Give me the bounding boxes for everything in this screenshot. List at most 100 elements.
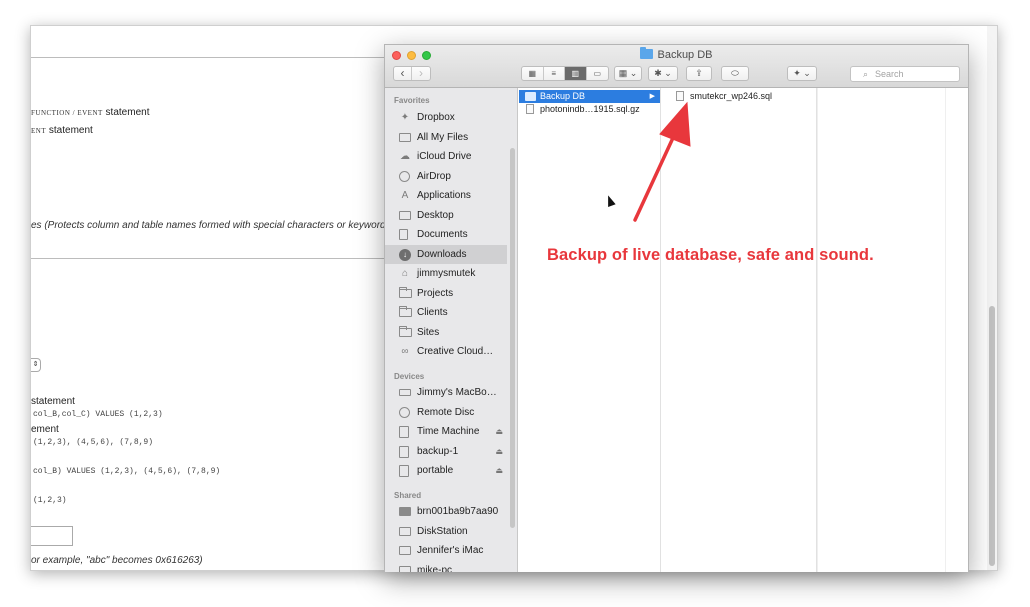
share-button[interactable]: ⇪	[686, 66, 712, 81]
all-files-icon	[399, 132, 411, 143]
folder-icon	[399, 326, 412, 338]
statement-line-1: FUNCTION / EVENT statement	[31, 107, 150, 118]
eject-icon[interactable]: ⏏	[495, 422, 503, 441]
column-divider	[945, 88, 946, 572]
display-icon	[399, 545, 411, 556]
display-icon	[399, 526, 411, 537]
sql-file-icon	[676, 91, 684, 101]
list-item-photonindb-file[interactable]: photonindb…1915.sql.gz	[519, 103, 660, 116]
dropbox-icon: ✦	[400, 112, 410, 123]
window-title: Backup DB	[385, 47, 968, 61]
laptop-icon	[399, 387, 411, 398]
scrollbar-thumb[interactable]	[989, 306, 995, 566]
sidebar-item-macbook[interactable]: Jimmy's MacBo…	[385, 383, 507, 402]
sidebar-item-jennifers-imac[interactable]: Jennifer's iMac	[385, 541, 507, 560]
sidebar-item-sites[interactable]: Sites	[385, 323, 507, 342]
sidebar-item-icloud-drive[interactable]: ☁ iCloud Drive	[385, 147, 507, 166]
documents-icon	[399, 229, 411, 240]
cover-flow-button[interactable]: ▭	[587, 67, 608, 80]
desktop-icon	[399, 210, 411, 221]
sidebar-item-projects[interactable]: Projects	[385, 284, 507, 303]
page-scrollbar[interactable]	[987, 26, 997, 570]
finder-sidebar: Favorites ✦ Dropbox All My Files ☁ iCloud …	[385, 88, 518, 572]
column-divider	[817, 88, 818, 572]
view-mode-selector: ▦ ≡ ▥ ▭	[521, 66, 609, 81]
sidebar-item-diskstation[interactable]: DiskStation	[385, 522, 507, 541]
sidebar-item-remote-disc[interactable]: Remote Disc	[385, 403, 507, 422]
folder-icon	[640, 47, 654, 59]
shared-heading: Shared	[394, 491, 422, 500]
sidebar-item-airdrop[interactable]: AirDrop	[385, 167, 507, 186]
finder-window: Backup DB ‹ › ▦ ≡ ▥ ▭ ▦ ⌄ ✱ ⌄ ⇪ ⬭ ✦ ⌄ ⌕ S…	[384, 44, 969, 572]
finder-column-downloads: Backup DB ▶ photonindb…1915.sql.gz	[519, 88, 661, 572]
sidebar-scrollbar[interactable]	[510, 148, 515, 528]
eject-icon[interactable]: ⏏	[495, 442, 503, 461]
finder-titlebar: Backup DB ‹ › ▦ ≡ ▥ ▭ ▦ ⌄ ✱ ⌄ ⇪ ⬭ ✦ ⌄ ⌕ S…	[385, 45, 968, 88]
annotation-caption: Backup of live database, safe and sound.	[547, 246, 874, 264]
back-button[interactable]: ‹	[394, 67, 413, 80]
downloads-icon: ↓	[399, 249, 411, 261]
column-view-button[interactable]: ▥	[565, 67, 587, 80]
back-forward-buttons: ‹ ›	[393, 66, 431, 81]
finder-column-backup-db: smutekcr_wp246.sql	[669, 88, 817, 572]
sidebar-item-printer[interactable]: brn001ba9b7aa90	[385, 502, 507, 521]
hex-example-text: or example, "abc" becomes 0x616263)	[31, 555, 203, 566]
eject-icon[interactable]: ⏏	[495, 461, 503, 480]
statement-label: statement	[31, 396, 75, 407]
display-icon	[399, 565, 411, 572]
list-view-button[interactable]: ≡	[544, 67, 565, 80]
action-gear-button[interactable]: ✱ ⌄	[648, 66, 678, 81]
file-icon	[526, 104, 534, 114]
drive-icon	[399, 446, 411, 458]
folder-icon	[399, 287, 412, 299]
list-item-smutekcr-sql[interactable]: smutekcr_wp246.sql	[669, 90, 816, 103]
sidebar-item-desktop[interactable]: Desktop	[385, 206, 507, 225]
forward-button[interactable]: ›	[412, 67, 430, 80]
sidebar-item-backup-1[interactable]: backup-1 ⏏	[385, 442, 507, 461]
disclosure-arrow-icon: ▶	[649, 93, 655, 100]
code-example: (1,2,3)	[33, 496, 67, 505]
airdrop-icon	[399, 171, 411, 182]
code-example: (1,2,3), (4,5,6), (7,8,9)	[33, 438, 154, 447]
text-input[interactable]	[31, 526, 73, 546]
folder-icon	[525, 92, 536, 101]
sidebar-item-dropbox[interactable]: ✦ Dropbox	[385, 108, 507, 127]
applications-icon: A	[401, 190, 409, 201]
sidebar-item-time-machine[interactable]: Time Machine ⏏	[385, 422, 507, 441]
drive-icon	[399, 465, 411, 477]
divider	[31, 57, 391, 58]
background-web-page: FUNCTION / EVENT statement ENT statement…	[31, 26, 394, 570]
devices-heading: Devices	[394, 372, 425, 381]
sidebar-item-clients[interactable]: Clients	[385, 303, 507, 322]
disc-icon	[399, 407, 411, 418]
sidebar-item-creative-cloud[interactable]: ∞ Creative Cloud…	[385, 342, 507, 361]
favorites-heading: Favorites	[394, 96, 430, 105]
statement-label: ement	[31, 424, 59, 435]
divider	[31, 258, 391, 259]
sidebar-item-documents[interactable]: Documents	[385, 225, 507, 244]
sidebar-item-home[interactable]: ⌂ jimmysmutek	[385, 264, 507, 283]
search-input[interactable]: ⌕ Search	[850, 66, 960, 82]
protect-names-option-label: es (Protects column and table names form…	[31, 220, 394, 231]
code-example: col_B) VALUES (1,2,3), (4,5,6), (7,8,9)	[33, 467, 221, 476]
code-example: col_B,col_C) VALUES (1,2,3)	[33, 410, 163, 419]
icon-view-button[interactable]: ▦	[522, 67, 544, 80]
creative-cloud-icon: ∞	[401, 346, 409, 357]
sidebar-item-all-my-files[interactable]: All My Files	[385, 128, 507, 147]
dropbox-menu-button[interactable]: ✦ ⌄	[787, 66, 817, 81]
arrange-button[interactable]: ▦ ⌄	[614, 66, 642, 81]
option-select-stepper[interactable]: ⇕	[31, 358, 41, 372]
statement-line-2: ENT statement	[31, 125, 93, 136]
search-icon: ⌕	[863, 69, 869, 79]
printer-icon	[399, 506, 411, 517]
folder-icon	[399, 306, 412, 318]
cloud-icon: ☁	[400, 151, 410, 162]
home-icon: ⌂	[401, 268, 409, 279]
drive-icon	[399, 426, 411, 438]
sidebar-item-mike-pc[interactable]: mike-pc	[385, 561, 507, 572]
sidebar-item-downloads[interactable]: ↓ Downloads	[385, 245, 507, 264]
edit-tags-button[interactable]: ⬭	[721, 66, 749, 81]
sidebar-item-portable[interactable]: portable ⏏	[385, 461, 507, 480]
list-item-backup-db-folder[interactable]: Backup DB ▶	[519, 90, 660, 103]
sidebar-item-applications[interactable]: A Applications	[385, 186, 507, 205]
